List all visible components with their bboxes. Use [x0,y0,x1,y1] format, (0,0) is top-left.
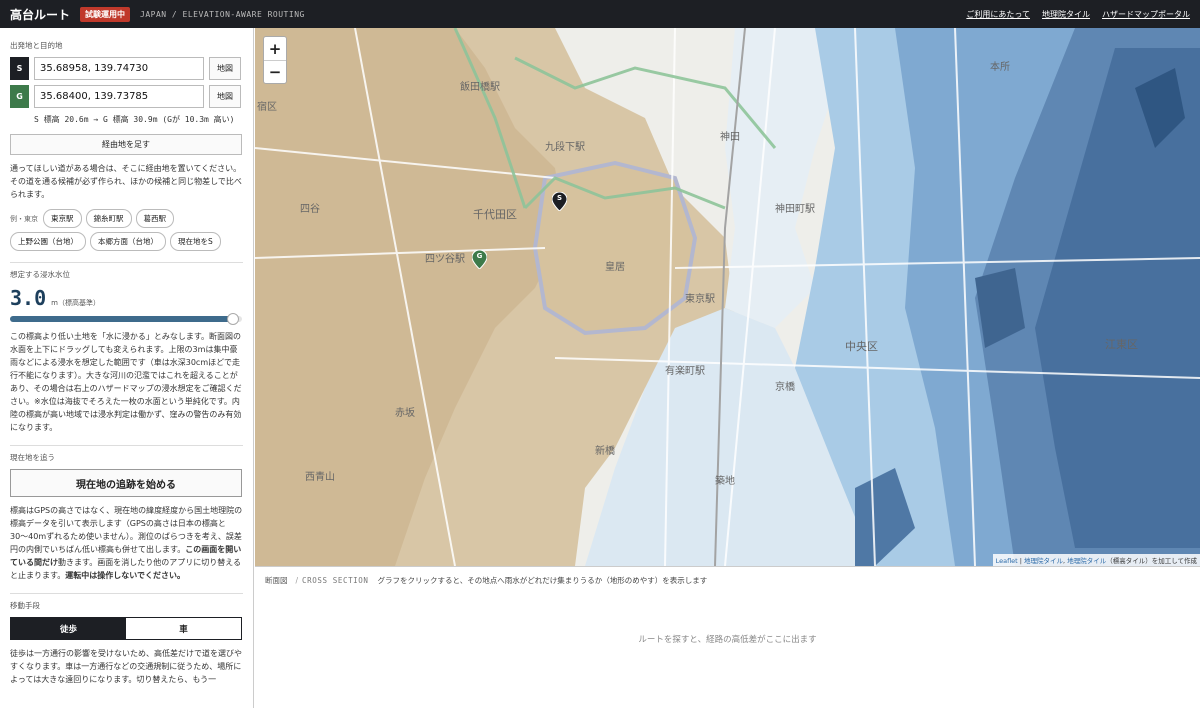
title-separator: / [295,576,299,585]
hazard-map-link[interactable]: ハザードマップポータル [1102,9,1190,20]
tracking-note: 標高はGPSの高さではなく、現在地の緯度経度から国土地理院の標高データを引いて表… [10,504,243,582]
flood-level-slider[interactable] [10,313,242,325]
preset-chip[interactable]: 上野公園（台地） [10,232,86,251]
divider [10,445,243,446]
map-label: 東京駅 [685,294,715,305]
start-marker[interactable]: S [552,192,567,211]
od-section-label: 出発地と目的地 [10,41,63,50]
gsi-elevation-link[interactable]: 地理院タイル [1067,557,1106,565]
map-label: 中央区 [845,340,878,353]
trial-badge: 試験運用中 [80,6,131,22]
divider [10,593,243,594]
flood-level-value: 3.0 [10,286,47,310]
goal-row: G 地図 [10,85,243,108]
map-label: 神田町駅 [775,204,815,215]
map-label: 神田 [720,132,740,143]
start-marker-label: S [556,194,563,202]
preset-label: 例・東京 [10,214,38,223]
add-waypoint-button[interactable]: 経由地を足す [10,134,242,155]
gsi-tiles-link[interactable]: 地理院タイル [1042,9,1090,20]
cross-section-empty-message: ルートを探すと、経路の高低差がここに出ます [638,635,817,645]
tracking-warning: 運転中は操作しないでください。 [65,571,185,580]
mode-car-button[interactable]: 車 [126,618,241,639]
map-label: 江東区 [1105,338,1138,351]
goal-input[interactable] [34,85,204,108]
mode-section-label: 移動手段 [10,601,40,610]
map-label: 四ツ谷駅 [425,254,465,265]
cross-section-header: 断面図 / CROSS SECTION グラフをクリックすると、その地点へ雨水がどれだ… [255,567,1200,594]
cross-section-title-en: CROSS SECTION [302,576,369,585]
top-bar: 高台ルート 試験運用中 JAPAN / ELEVATION-AWARE ROUT… [0,0,1200,28]
map-label: 皇居 [605,262,625,273]
elevation-info: S 標高 20.6m → G 標高 30.9m (Gが 10.3m 高い) [34,115,235,124]
map-label: 飯田橋駅 [460,82,500,93]
sidebar: 出発地と目的地 S 地図 G 地図 S 標高 20.6m → G 標高 30.9… [0,28,254,708]
map-label: 築地 [715,476,735,487]
map-label: 本所 [990,62,1010,73]
map-label: 西青山 [305,472,335,483]
goal-marker-label: G [476,252,483,260]
preset-list: 例・東京 東京駅 錦糸町駅 葛西駅 上野公園（台地） 本郷方面（台地） 現在地を… [10,209,243,251]
zoom-in-button[interactable]: + [264,37,286,60]
map-label: 宿区 [257,102,277,113]
cross-section-panel[interactable]: 断面図 / CROSS SECTION グラフをクリックすると、その地点へ雨水がどれだ… [255,566,1200,708]
flood-section-label: 想定する浸水水位 [10,270,70,279]
flood-level-readout: 3.0 m（標高基準） [10,286,243,310]
zoom-out-button[interactable]: − [264,60,286,83]
goal-marker[interactable]: G [472,250,487,269]
cross-section-hint: グラフをクリックすると、その地点へ雨水がどれだけ集まりうるか（地形のめやす）を表… [377,576,708,585]
map-label: 九段下駅 [545,142,585,153]
goal-badge: G [10,85,29,108]
preset-chip[interactable]: 東京駅 [43,209,82,228]
start-badge: S [10,57,29,80]
app-title: 高台ルート [10,7,71,22]
start-row: S 地図 [10,57,243,80]
map-label: 四谷 [300,204,320,215]
map[interactable]: 宿区 飯田橋駅 九段下駅 神田 千代田区 四谷 四ツ谷駅 皇居 赤坂 新橋 中央… [255,28,1200,566]
mode-note: 徒歩は一方通行の影響を受けないため、高低差だけで道を選びやすくなります。車は一方… [10,649,242,684]
divider [10,262,243,263]
preset-chip[interactable]: 現在地をS [170,232,221,251]
leaflet-link[interactable]: Leaflet [996,557,1018,565]
attribution-suffix: （標高タイル）を加工して作成 [1106,557,1197,565]
map-label: 千代田区 [473,208,517,221]
cross-section-title: 断面図 [265,576,288,585]
start-input[interactable] [34,57,204,80]
flood-note: この標高より低い土地を「水に浸かる」とみなします。断面図の水面を上下にドラッグし… [10,332,242,432]
tracking-section-label: 現在地を追う [10,453,55,462]
preset-chip[interactable]: 葛西駅 [135,209,174,228]
zoom-control: + − [263,36,287,84]
preset-chip[interactable]: 錦糸町駅 [85,209,132,228]
start-map-button[interactable]: 地図 [209,57,241,80]
app-subtitle: JAPAN / ELEVATION-AWARE ROUTING [140,9,305,19]
waypoint-note: 通ってほしい道がある場合は、そこに経由地を置いてください。その道を通る候補が必ず… [10,164,242,199]
slider-thumb[interactable] [227,313,239,325]
start-tracking-button[interactable]: 現在地の追跡を始める [10,469,242,497]
terms-link[interactable]: ご利用にあたって [966,9,1030,20]
map-label: 新橋 [595,446,615,457]
map-label: 京橋 [775,382,795,393]
header-links: ご利用にあたって 地理院タイル ハザードマップポータル [966,9,1190,20]
mode-toggle: 徒歩 車 [10,617,242,640]
goal-map-button[interactable]: 地図 [209,85,241,108]
map-attribution: Leaflet | 地理院タイル, 地理院タイル（標高タイル）を加工して作成 [992,554,1200,566]
map-label: 有楽町駅 [665,366,705,377]
flood-level-unit: m（標高基準） [51,299,100,307]
mode-walk-button[interactable]: 徒歩 [11,618,126,639]
gsi-attribution-link[interactable]: 地理院タイル [1024,557,1063,565]
preset-chip[interactable]: 本郷方面（台地） [90,232,166,251]
map-label: 赤坂 [395,408,415,419]
slider-fill [10,316,233,322]
